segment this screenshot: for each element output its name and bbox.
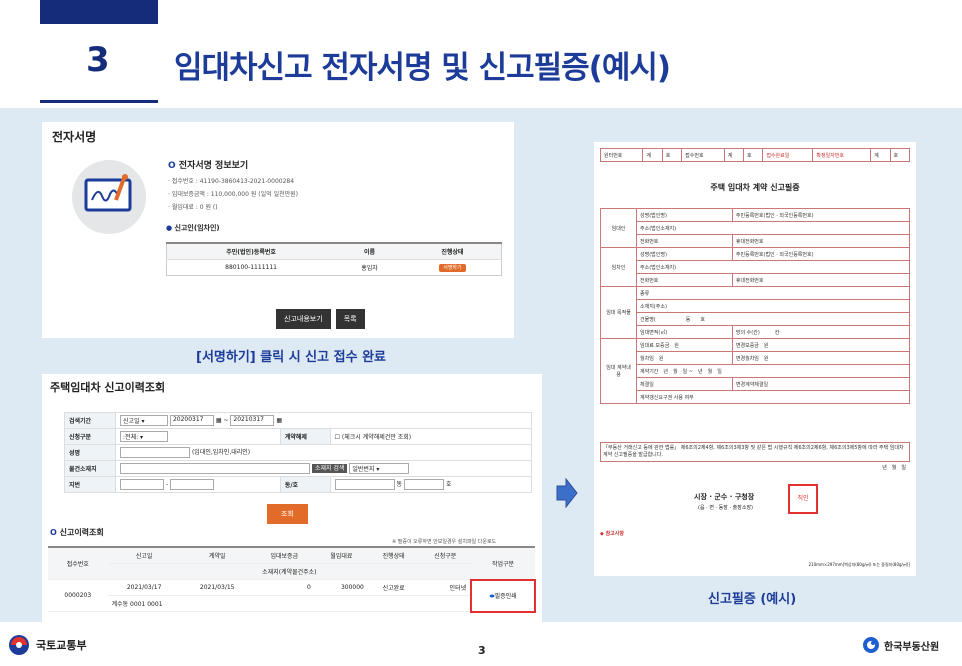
receipt-number: · 접수번호 : 41190-3860413-2021-0000284 [168, 178, 295, 185]
cert-body: 임대인 성명(법인명) 주민등록번호(법인 · 외국인등록번호) 주소(법인소재지)… [600, 208, 911, 404]
calendar-icon[interactable]: ▦ [276, 417, 282, 424]
cert-title: 주택 임대차 계약 신고필증 [710, 183, 800, 192]
top-accent-bar [40, 0, 158, 24]
deposit-amount: · 임대보증금액 : 110,000,000 원 (일억 일천만원) [168, 191, 298, 198]
circle-icon: O [168, 161, 179, 171]
address-input[interactable] [120, 463, 311, 474]
period-label: 검색기간 [63, 412, 117, 429]
org-emblem-icon [863, 637, 879, 653]
col-contract-date: 계약일 [180, 546, 254, 564]
lot-main-input[interactable] [120, 479, 165, 490]
ministry-logo: 국토교통부 [8, 634, 87, 660]
row-address: 계수동 0001 0001 [107, 595, 472, 612]
cancel-label: 계약해제 [279, 428, 331, 445]
ministry-emblem-icon [9, 635, 29, 655]
calendar-icon[interactable]: ▦ [216, 417, 222, 424]
col-rent: 월임대료 [314, 546, 368, 564]
col-receipt: 접수번호 [48, 546, 108, 580]
cert-mayor: 시장 · 군수 · 구청장 [694, 493, 755, 501]
col-deposit: 임대보증금 [253, 546, 315, 564]
esign-heading: 전자서명 [52, 130, 97, 144]
caption-certificate: 신고필증 (예시) [708, 592, 797, 607]
signer-name: 홍임차 [335, 259, 404, 276]
org-logo: 한국부동산원 [862, 636, 939, 658]
date-to-input[interactable]: 20210317 [230, 415, 275, 426]
type-select[interactable]: :전체: ▾ [120, 431, 169, 442]
col-kind: 신청구분 [419, 546, 472, 564]
dong-label: 동/호 [279, 476, 331, 493]
col-work: 작업구분 [471, 546, 535, 580]
bullet-icon: ● [166, 224, 175, 232]
caption-sign-complete: [서명하기] 클릭 시 신고 접수 완료 [196, 350, 386, 365]
ministry-name: 국토교통부 [36, 639, 87, 652]
col-status: 진행상태 [403, 242, 502, 260]
action-buttons: 신고내용보기 목록 [276, 306, 365, 329]
col-name: 이름 [335, 242, 404, 260]
esign-info-title: O 전자서명 정보보기 [168, 161, 249, 171]
date-from-input[interactable]: 20200317 [169, 415, 214, 426]
section-number: 3 [86, 40, 110, 80]
period-type-select[interactable]: 신고일 ▾ [120, 415, 169, 426]
reporter-title: ● 신고인(임차인) [166, 224, 220, 232]
lot-sub-input[interactable] [170, 479, 215, 490]
search-button[interactable]: 조회 [267, 504, 308, 524]
cert-mayor-sub: (읍 · 면 · 동장 · 출장소장) [698, 505, 754, 511]
col-status: 진행상태 [367, 546, 420, 564]
col-address: 소재지(계약물건주소) [107, 563, 472, 580]
org-name: 한국부동산원 [884, 642, 940, 653]
cancel-checkbox[interactable]: ☐ [335, 434, 340, 441]
official-seal: 직인 [788, 484, 818, 514]
name-input[interactable] [120, 447, 191, 458]
install-notice[interactable]: ※ 필증이 오류하면 안보일경우 설치파일 다운로드 [392, 538, 496, 545]
name-label: 성명 [63, 444, 117, 461]
row-receipt: 0000203 [48, 579, 108, 612]
dong-input[interactable] [334, 479, 395, 490]
history-heading: 주택임대차 신고이력조회 [50, 381, 166, 394]
address-search-button[interactable]: 소재지 검색 [311, 464, 348, 473]
section-number-underline [40, 100, 158, 103]
signature-pad-icon [72, 160, 146, 234]
arrow-right-icon [556, 477, 578, 512]
esign-panel: 전자서명 O 전자서명 정보보기 · 접수번호 : 41190-3860413-… [42, 122, 514, 338]
circle-icon: O [50, 528, 60, 537]
col-idno: 주민(법인)등록번호 [166, 242, 336, 260]
history-list-title: O 신고이력조회 [50, 528, 104, 537]
search-form: 검색기간 신고일 ▾ 20200317 ▦ ~ 20210317 ▦ 신청구분 … [63, 412, 533, 493]
certificate-panel: 원터번호 계 호 접수번호 계 호 접수완료일 확정일자번호 계 호 주택 임대차 계약 신고필증… [594, 142, 916, 576]
address-type-select[interactable]: 일반번지 ▾ [349, 463, 410, 474]
cert-note-title: ◆ 참고사항 [600, 531, 624, 537]
signer-table: 주민(법인)등록번호 이름 진행상태 880100-1111111 홍임차 서명하기 [166, 242, 502, 276]
page-title: 임대차신고 전자서명 및 신고필증(예시) [174, 50, 671, 86]
list-button[interactable]: 목록 [335, 309, 365, 329]
address-label: 물건소재지 [63, 460, 117, 477]
print-certificate-button[interactable]: ⬬필증인쇄 [489, 593, 516, 600]
type-label: 신청구분 [63, 428, 117, 445]
cert-top-row: 원터번호 계 호 접수번호 계 호 접수완료일 확정일자번호 계 호 [599, 148, 911, 162]
table-row: 0000203 2021/03/17 2021/03/15 0 300000 신고완료 인터… [48, 578, 536, 613]
cert-date: 년 월 일 [882, 465, 906, 471]
page-number: 3 [478, 644, 486, 657]
history-table: 접수번호 신고일 계약일 임대보증금 월임대료 진행상태 신청구분 작업구분 소재지(계약물건… [48, 546, 536, 613]
col-report-date: 신고일 [107, 546, 181, 564]
cert-paper-size: 210mm×297mm[백상지(80g/㎡) 또는 중질지(80g/㎡)] [808, 562, 910, 567]
history-panel: 주택임대차 신고이력조회 검색기간 신고일 ▾ 20200317 ▦ ~ 202… [42, 374, 542, 622]
sign-button[interactable]: 서명하기 [439, 264, 466, 272]
cert-law-text: 「부동산 거래신고 등에 관한 법률」 제6조의2제4항, 제6조의3제3항 및… [600, 442, 910, 462]
monthly-rent: · 월임대료 : 0 원 () [168, 204, 218, 211]
ho-input[interactable] [403, 479, 444, 490]
view-report-button[interactable]: 신고내용보기 [276, 309, 331, 329]
signer-idno: 880100-1111111 [166, 259, 336, 276]
lot-label: 지번 [63, 476, 117, 493]
